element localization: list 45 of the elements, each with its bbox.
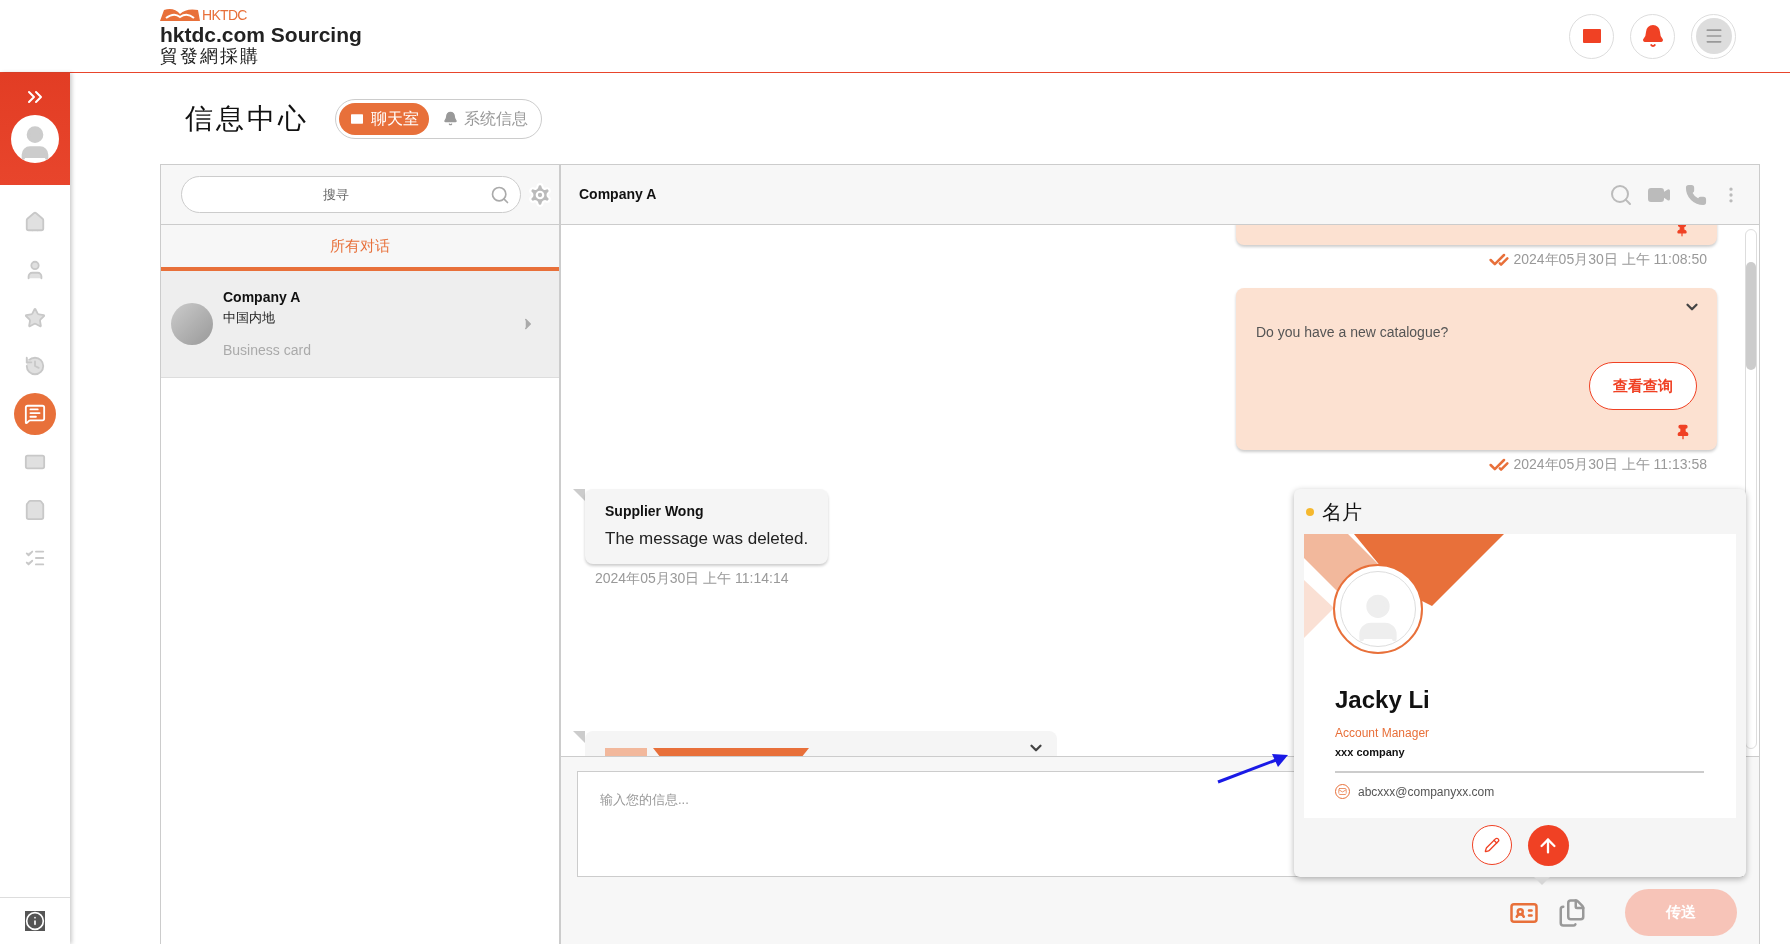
logo-title: hktdc.com Sourcing — [160, 23, 362, 45]
popup-title: 名片 — [1322, 499, 1362, 525]
phone-icon[interactable] — [1685, 183, 1707, 206]
pointer-arrow — [1216, 752, 1288, 784]
message-text: The message was deleted. — [605, 528, 809, 550]
tab[interactable]: 系统信息 — [433, 102, 538, 135]
page-title: 信息中心 — [185, 101, 309, 136]
settings-icon[interactable] — [527, 181, 553, 208]
chat-icon[interactable] — [14, 393, 56, 435]
bell-icon — [443, 111, 458, 126]
company-avatar — [171, 303, 213, 345]
conversation-name: Company A — [223, 288, 302, 308]
search-icon[interactable] — [1609, 182, 1633, 207]
search-field[interactable]: 搜寻 — [181, 176, 521, 213]
conversation-item[interactable]: Company A 中国内地 Business card — [161, 271, 559, 378]
message-time: 2024年05月30日 上午 11:13:58 — [1513, 455, 1707, 474]
popup-tail — [1534, 877, 1550, 885]
message-time: 2024年05月30日 上午 11:14:14 — [595, 568, 789, 588]
send-button[interactable]: 传送 — [1625, 889, 1737, 936]
card-email: abcxxx@companyxx.com — [1358, 783, 1495, 801]
logo-wave-icon — [160, 8, 200, 21]
view-inquiry-button[interactable]: 查看查询 — [1589, 362, 1697, 410]
add-document-icon[interactable] — [1557, 896, 1587, 929]
site-logo[interactable]: HKTDC hktdc.com Sourcing 貿發網採購 — [160, 7, 362, 65]
logo-subtitle: 貿發網採購 — [160, 46, 261, 65]
conversation-filter-tab[interactable]: 所有对话 — [161, 225, 559, 271]
pencil-icon — [1483, 837, 1500, 853]
tab[interactable]: 聊天室 — [339, 102, 429, 135]
edit-button[interactable] — [1471, 825, 1512, 865]
bell-icon — [1640, 24, 1665, 48]
upload-button[interactable] — [1527, 825, 1569, 866]
info-icon[interactable] — [25, 911, 45, 931]
conversation-region: 中国内地 — [223, 309, 276, 328]
card-company: xxx company — [1335, 745, 1406, 760]
card-job-title: Account Manager — [1335, 725, 1431, 742]
logo-brand: HKTDC — [202, 7, 247, 22]
chat-title: Company A — [579, 185, 657, 204]
card-name: Jacky Li — [1335, 685, 1431, 715]
sender-name: Supplier Wong — [605, 502, 705, 521]
message-text: Do you have a new catalogue? — [1256, 323, 1450, 342]
message-time: 2024年05月30日 上午 11:08:50 — [1513, 250, 1707, 269]
scrollbar-thumb[interactable] — [1746, 262, 1756, 370]
search-icon — [490, 184, 510, 205]
conversation-preview: Business card — [223, 340, 312, 360]
avatar-icon[interactable] — [11, 115, 59, 163]
